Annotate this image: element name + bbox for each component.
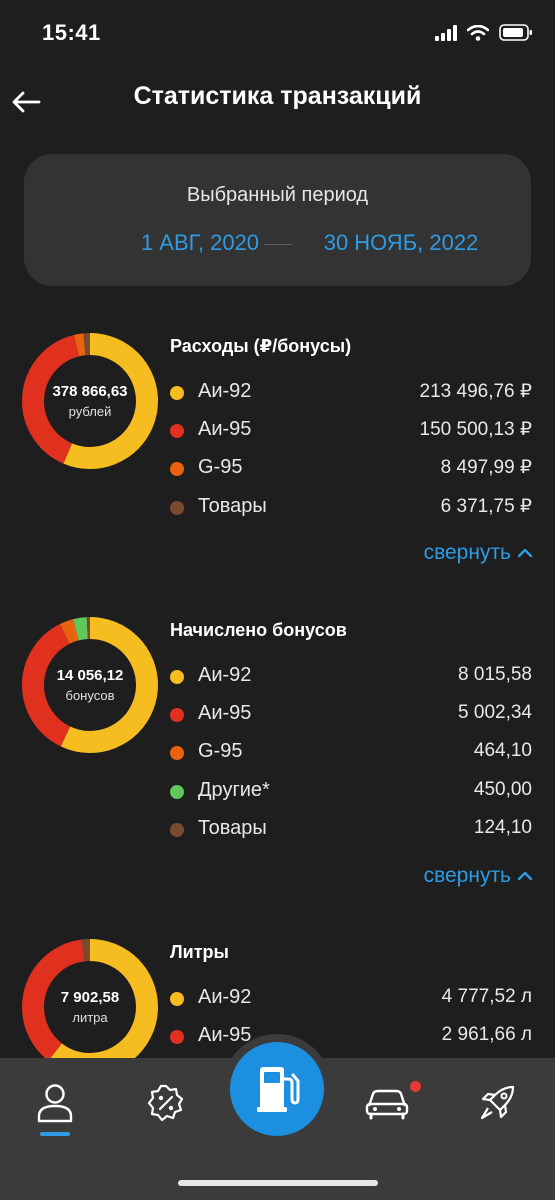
home-indicator: [178, 1180, 378, 1186]
tab-promotions[interactable]: [141, 1078, 191, 1128]
notification-badge: [410, 1081, 421, 1092]
legend-label: G-95: [198, 456, 243, 478]
legend-dot: [170, 424, 184, 438]
bonuses-donut-chart: [22, 617, 158, 753]
period-end-date[interactable]: 30 НОЯБ, 2022: [311, 230, 491, 256]
active-tab-indicator: [40, 1132, 70, 1136]
legend-label: Аи-95: [198, 418, 252, 440]
legend-dot: [170, 746, 184, 760]
status-bar: 15:41: [0, 0, 555, 70]
legend-dot: [170, 823, 184, 837]
legend-label: Аи-92: [198, 986, 252, 1008]
legend-value: 5 002,34: [458, 702, 532, 723]
collapse-label: свернуть: [423, 864, 511, 887]
period-separator: [264, 244, 292, 245]
legend-value: 2 961,66 л: [441, 1024, 532, 1045]
legend-item: G-95 8 497,99 ₽: [170, 454, 532, 484]
legend-item: Аи-92 8 015,58: [170, 662, 532, 692]
cellular-signal-icon: [435, 24, 457, 41]
legend-item: Товары 124,10: [170, 815, 532, 845]
legend-item: Другие* 450,00: [170, 777, 532, 807]
legend-value: 450,00: [473, 779, 532, 800]
chevron-up-icon: [517, 871, 533, 881]
status-icons: [435, 24, 533, 41]
legend-item: Товары 6 371,75 ₽: [170, 493, 532, 523]
legend-value: 213 496,76 ₽: [419, 381, 532, 402]
bonuses-title: Начислено бонусов: [170, 620, 347, 640]
tab-profile[interactable]: [30, 1078, 80, 1128]
legend-dot: [170, 670, 184, 684]
period-label: Выбранный период: [186, 184, 369, 206]
legend-dot: [170, 462, 184, 476]
wifi-icon: [467, 24, 489, 41]
legend-item: Аи-95 5 002,34: [170, 700, 532, 730]
legend-label: Аи-92: [198, 380, 252, 402]
legend-label: Товары: [198, 495, 267, 517]
legend-dot: [170, 1030, 184, 1044]
legend-label: Другие*: [198, 779, 270, 801]
fuel-pump-icon: [257, 1067, 300, 1112]
legend-value: 150 500,13 ₽: [419, 419, 532, 440]
status-time: 15:41: [42, 20, 101, 45]
legend-item: Аи-95 150 500,13 ₽: [170, 416, 532, 446]
legend-label: Товары: [198, 817, 267, 839]
collapse-bonuses-button[interactable]: свернуть: [424, 864, 533, 888]
legend-label: G-95: [198, 740, 243, 762]
legend-item: Аи-95 2 961,66 л: [170, 1022, 532, 1052]
legend-dot: [170, 501, 184, 515]
battery-icon: [499, 24, 532, 41]
discount-badge-icon: [147, 1084, 184, 1122]
legend-label: Аи-95: [198, 702, 252, 724]
legend-value: 464,10: [473, 740, 532, 761]
rocket-icon: [480, 1085, 515, 1120]
page-title: Статистика транзакций: [133, 82, 422, 110]
period-card[interactable]: Выбранный период 1 АВГ, 2020 30 НОЯБ, 20…: [24, 154, 531, 286]
legend-label: Аи-92: [198, 664, 252, 686]
tab-fuel[interactable]: [230, 1042, 324, 1136]
liters-title: Литры: [170, 942, 229, 962]
back-button[interactable]: [8, 84, 44, 120]
legend-item: Аи-92 213 496,76 ₽: [170, 378, 532, 408]
tab-more[interactable]: [472, 1078, 522, 1128]
legend-dot: [170, 992, 184, 1006]
legend-dot: [170, 708, 184, 722]
header: Статистика транзакций: [0, 70, 555, 130]
legend-dot: [170, 386, 184, 400]
tab-cars[interactable]: [362, 1078, 412, 1128]
arrow-left-icon: [12, 91, 41, 113]
user-icon: [37, 1084, 73, 1123]
legend-value: 8 015,58: [458, 664, 532, 685]
legend-value: 8 497,99 ₽: [440, 457, 532, 478]
car-icon: [365, 1089, 409, 1120]
legend-value: 6 371,75 ₽: [440, 496, 532, 517]
legend-item: G-95 464,10: [170, 738, 532, 768]
legend-dot: [170, 785, 184, 799]
collapse-expenses-button[interactable]: свернуть: [424, 541, 533, 565]
expenses-title: Расходы (₽/бонусы): [170, 336, 352, 356]
collapse-label: свернуть: [423, 541, 511, 564]
chevron-up-icon: [517, 548, 533, 558]
expenses-donut-chart: [22, 333, 158, 469]
period-start-date[interactable]: 1 АВГ, 2020: [110, 230, 290, 256]
legend-value: 4 777,52 л: [441, 986, 532, 1007]
liters-donut-chart: [22, 939, 158, 1075]
legend-item: Аи-92 4 777,52 л: [170, 984, 532, 1014]
legend-label: Аи-95: [198, 1024, 252, 1046]
legend-value: 124,10: [473, 817, 532, 838]
